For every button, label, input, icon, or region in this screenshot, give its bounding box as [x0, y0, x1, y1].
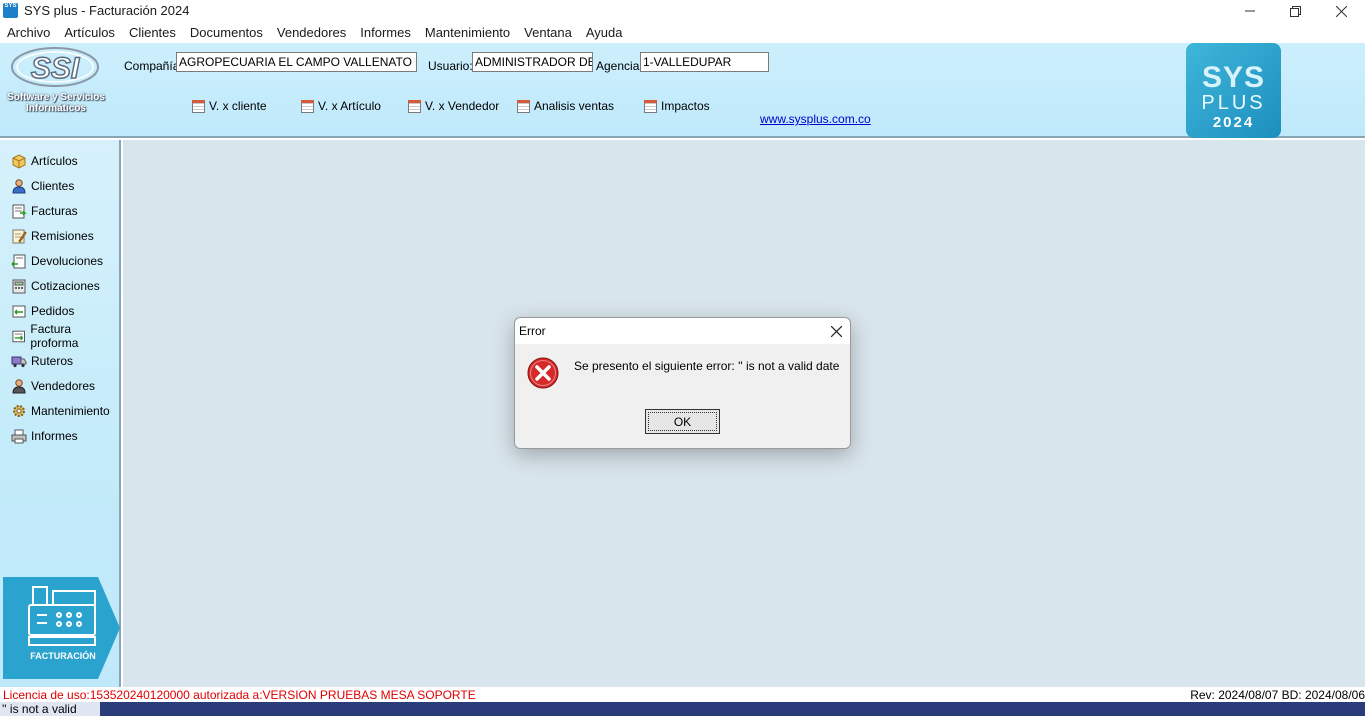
- box-icon: [12, 154, 26, 169]
- close-icon: [1335, 5, 1347, 17]
- dialog-titlebar: Error: [515, 318, 850, 344]
- gear-icon: [13, 405, 25, 417]
- sidebar-item-ruteros[interactable]: Ruteros: [11, 352, 73, 370]
- truck-icon: [11, 356, 27, 368]
- report-icon: [301, 99, 314, 113]
- sidebar-item-remisiones[interactable]: Remisiones: [11, 227, 94, 245]
- ssi-logo: SSI: [11, 47, 99, 87]
- facturacion-banner[interactable]: FACTURACIÓN: [3, 577, 120, 679]
- error-icon: [527, 357, 559, 389]
- salesman-icon: [12, 379, 26, 394]
- dialog-title: Error: [519, 324, 546, 338]
- report-icon: [517, 99, 530, 113]
- menu-articulos[interactable]: Artículos: [57, 22, 122, 43]
- dialog-body: Se presento el siguiente error: '' is no…: [515, 344, 850, 448]
- status-bar: '' is not a valid date: [0, 702, 1365, 716]
- status-message: '' is not a valid date: [0, 702, 100, 716]
- ssi-subtitle: Software y Servicios Informáticos: [7, 92, 105, 114]
- svg-text:FACTURACIÓN: FACTURACIÓN: [30, 650, 96, 661]
- quick-impactos[interactable]: Impactos: [644, 99, 710, 113]
- sidebar-item-informes[interactable]: Informes: [11, 427, 78, 445]
- sidebar-item-facturas[interactable]: Facturas: [11, 202, 78, 220]
- website-link[interactable]: www.sysplus.com.co: [760, 112, 871, 126]
- app-icon: SYS: [3, 3, 18, 18]
- menu-ayuda[interactable]: Ayuda: [579, 22, 630, 43]
- quick-ventas-cliente[interactable]: V. x cliente: [192, 99, 267, 113]
- restore-icon: [1289, 5, 1301, 17]
- proforma-icon: [12, 330, 25, 343]
- sidebar-item-pedidos[interactable]: Pedidos: [11, 302, 74, 320]
- minimize-button[interactable]: [1227, 0, 1273, 22]
- menu-ventana[interactable]: Ventana: [517, 22, 579, 43]
- sys-plus-logo: SYS PLUS 2024: [1186, 43, 1281, 138]
- window-title: SYS plus - Facturación 2024: [24, 3, 190, 18]
- menu-archivo[interactable]: Archivo: [0, 22, 57, 43]
- close-button[interactable]: [1318, 0, 1364, 22]
- sidebar-item-vendedores[interactable]: Vendedores: [11, 377, 95, 395]
- sidebar-item-clientes[interactable]: Clientes: [11, 177, 74, 195]
- svg-text:SSI: SSI: [31, 52, 80, 85]
- sidebar-item-mantenimiento[interactable]: Mantenimiento: [11, 402, 110, 420]
- invoice-icon: [12, 204, 27, 219]
- company-label: Compañía:: [124, 59, 183, 73]
- order-icon: [12, 305, 26, 318]
- menu-informes[interactable]: Informes: [353, 22, 418, 43]
- calculator-icon: [12, 279, 26, 294]
- quick-analisis-ventas[interactable]: Analisis ventas: [517, 99, 614, 113]
- close-icon: [830, 325, 842, 337]
- agency-field[interactable]: 1-VALLEDUPAR: [640, 52, 769, 72]
- quick-ventas-vendedor[interactable]: V. x Vendedor: [408, 99, 499, 113]
- ok-button[interactable]: OK: [645, 409, 720, 434]
- menu-bar: Archivo Artículos Clientes Documentos Ve…: [0, 22, 1365, 43]
- user-field[interactable]: ADMINISTRADOR DEL: [472, 52, 593, 72]
- window-titlebar: SYS SYS plus - Facturación 2024: [0, 0, 1365, 22]
- menu-clientes[interactable]: Clientes: [122, 22, 183, 43]
- license-text: Licencia de uso:153520240120000 autoriza…: [3, 688, 476, 702]
- revision-text: Rev: 2024/08/07 BD: 2024/08/06: [1190, 688, 1365, 702]
- dialog-message: Se presento el siguiente error: '' is no…: [574, 359, 840, 373]
- sidebar: Artículos Clientes Facturas Remisiones D…: [0, 140, 121, 687]
- sidebar-item-articulos[interactable]: Artículos: [11, 152, 78, 170]
- agency-label: Agencia: [596, 59, 640, 73]
- minimize-icon: [1245, 10, 1255, 12]
- quick-ventas-articulo[interactable]: V. x Artículo: [301, 99, 381, 113]
- report-icon: [408, 99, 421, 113]
- user-label: Usuario:: [428, 59, 473, 73]
- menu-vendedores[interactable]: Vendedores: [270, 22, 353, 43]
- sidebar-item-devoluciones[interactable]: Devoluciones: [11, 252, 103, 270]
- menu-mantenimiento[interactable]: Mantenimiento: [418, 22, 517, 43]
- printer-icon: [11, 429, 27, 444]
- report-icon: [192, 99, 205, 113]
- dialog-close-button[interactable]: [825, 321, 847, 341]
- restore-button[interactable]: [1272, 0, 1318, 22]
- company-field[interactable]: AGROPECUARIA EL CAMPO VALLENATO S.A.S: [176, 52, 417, 72]
- sidebar-item-factura-proforma[interactable]: Factura proforma: [11, 322, 119, 350]
- return-icon: [11, 254, 26, 269]
- menu-documentos[interactable]: Documentos: [183, 22, 270, 43]
- report-icon: [644, 99, 657, 113]
- sidebar-item-cotizaciones[interactable]: Cotizaciones: [11, 277, 100, 295]
- person-icon: [12, 179, 26, 194]
- note-edit-icon: [12, 229, 27, 244]
- license-bar: Licencia de uso:153520240120000 autoriza…: [0, 687, 1365, 702]
- header-panel: SSI Software y Servicios Informáticos Co…: [0, 43, 1365, 138]
- error-dialog: Error Se presento el siguiente error: ''…: [514, 317, 851, 449]
